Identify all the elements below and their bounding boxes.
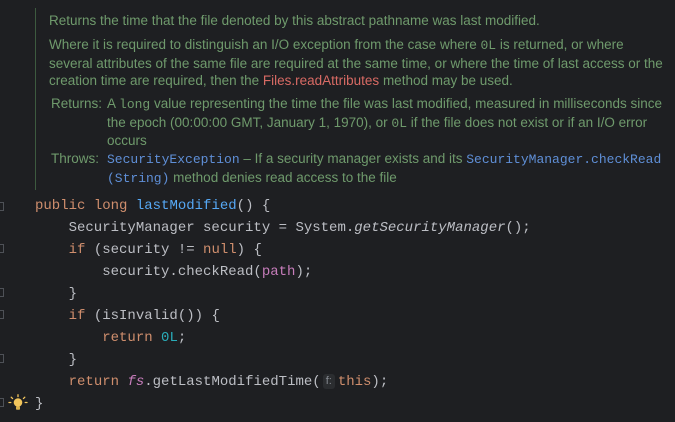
doc-paragraph: Where it is required to distinguish an I… <box>49 37 663 88</box>
fold-marker-icon[interactable] <box>0 354 4 363</box>
code-line: if (isInvalid()) { <box>68 308 220 324</box>
code-line: security.checkRead(path); <box>35 264 313 280</box>
method-name: lastModified <box>135 198 237 214</box>
fold-marker-icon[interactable] <box>0 202 4 211</box>
code-line: } <box>35 286 78 302</box>
code-line: public long lastModified() { <box>35 198 271 214</box>
code-line: SecurityManager security = System.getSec… <box>35 220 531 236</box>
throws-description: SecurityException – If a security manage… <box>107 151 662 186</box>
code-line: return fs.getLastModifiedTime(f: this); <box>68 374 389 390</box>
returns-description: A long value representing the time the f… <box>107 96 662 148</box>
returns-label: Returns: <box>51 96 103 111</box>
fold-marker-icon[interactable] <box>0 288 4 297</box>
lightbulb-icon[interactable] <box>8 394 28 412</box>
files-readattributes-link[interactable]: Files.readAttributes <box>263 73 379 88</box>
throws-label: Throws: <box>51 151 100 166</box>
doc-throws: Throws: SecurityException – If a securit… <box>51 150 665 187</box>
doc-summary: Returns the time that the file denoted b… <box>49 13 540 28</box>
securityexception-link[interactable]: SecurityException <box>107 152 240 167</box>
fold-marker-icon[interactable] <box>0 310 4 319</box>
fold-marker-icon[interactable] <box>0 398 4 407</box>
code-line: } <box>35 396 44 412</box>
code-line: } <box>35 352 78 368</box>
code-line: return 0L; <box>102 330 187 346</box>
doc-returns: Returns: A long value representing the t… <box>51 95 665 150</box>
fold-marker-icon[interactable] <box>0 244 4 253</box>
editor-gutter <box>0 0 4 422</box>
doc-comment-rule <box>35 8 36 190</box>
code-editor[interactable]: public long lastModified() { SecurityMan… <box>35 195 531 415</box>
parameter-hint: f: <box>322 374 335 389</box>
code-line: if (security != null) { <box>68 242 262 258</box>
